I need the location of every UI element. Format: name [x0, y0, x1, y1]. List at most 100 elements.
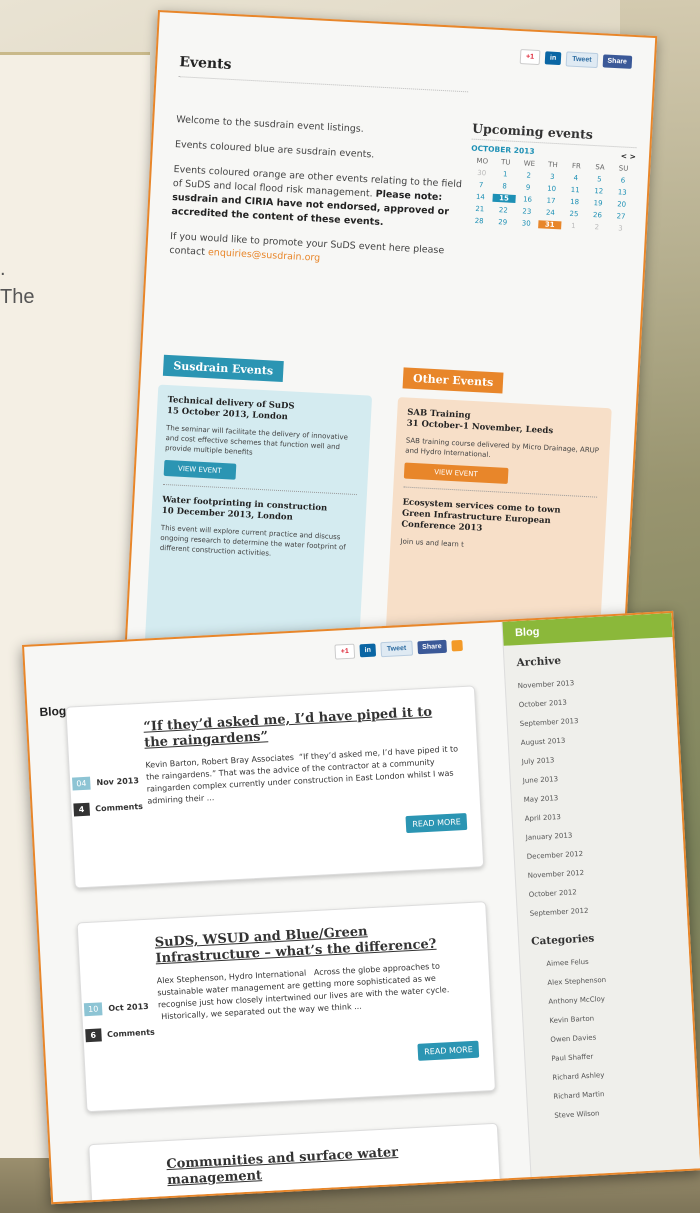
calendar-day[interactable]: 6 [611, 176, 635, 185]
calendar-nav-arrows[interactable]: < > [621, 151, 637, 161]
rss-icon[interactable] [451, 639, 463, 652]
event-title[interactable]: SAB Training 31 October-1 November, Leed… [406, 408, 601, 440]
post-excerpt: Kevin Barton, Robert Bray Associates “If… [145, 744, 459, 806]
event-item: Technical delivery of SuDS 15 October 20… [163, 395, 362, 496]
calendar-day[interactable]: 21 [468, 205, 492, 214]
sidebar-header: Blog [502, 612, 673, 646]
event-item: SAB Training 31 October-1 November, Leed… [403, 407, 602, 498]
tweet-button[interactable]: Tweet [565, 51, 598, 69]
calendar-day[interactable]: 20 [610, 200, 634, 209]
calendar-month: OCTOBER 2013 [470, 143, 535, 156]
event-description: SAB training course delivered by Micro D… [405, 436, 600, 460]
gplus-button[interactable]: +1 [519, 49, 541, 66]
calendar-day[interactable]: 29 [491, 218, 515, 227]
facebook-share-button[interactable]: Share [602, 54, 633, 69]
calendar-day[interactable]: 12 [587, 187, 611, 196]
calendar-grid: MO TU WE TH FR SA SU 30 1 2 3 4 5 6 7 8 9 10 11 12 13 14 15 16 1… [467, 157, 635, 234]
view-event-button[interactable]: VIEW EVENT [403, 462, 509, 484]
calendar-day[interactable]: 11 [563, 185, 587, 194]
calendar-day[interactable]: 22 [491, 206, 515, 215]
post-title-link[interactable]: SuDS, WSUD and Blue/Green Infrastructure… [154, 919, 471, 967]
blog-main-column: +1 in Tweet Share Blog “If they’d asked … [24, 622, 520, 1205]
event-title[interactable]: Technical delivery of SuDS 15 October 20… [167, 395, 362, 427]
calendar-day[interactable]: 18 [563, 197, 587, 206]
calendar-day[interactable]: 17 [539, 196, 563, 205]
event-description: Join us and learn t [400, 537, 465, 549]
comment-count: 6 [85, 1028, 102, 1043]
calendar-day[interactable]: 14 [468, 193, 492, 202]
post-date: 04 Nov 2013 [72, 774, 140, 791]
post-day: 10 [83, 1002, 103, 1017]
calendar-day[interactable]: 23 [515, 207, 539, 216]
facebook-share-button[interactable]: Share [416, 639, 447, 655]
calendar-day[interactable]: 15 [491, 193, 516, 203]
calendar-day[interactable]: 2 [585, 223, 609, 232]
event-description: This event will explore current practice… [159, 523, 346, 558]
event-description: The seminar will facilitate the delivery… [164, 424, 349, 457]
event-item: Water footprinting in construction 10 De… [159, 495, 356, 571]
background-text-fragment: . [0, 258, 6, 280]
calendar-day[interactable]: 7 [469, 181, 493, 190]
post-month: Nov 2013 [96, 776, 140, 788]
calendar-day-header: TH [547, 160, 558, 170]
events-intro: Welcome to the susdrain event listings. … [168, 113, 466, 284]
comments-label: Comments [106, 1027, 156, 1040]
susdrain-events-list: Technical delivery of SuDS 15 October 20… [144, 384, 373, 656]
intro-paragraph: Events coloured blue are susdrain events… [174, 139, 375, 161]
event-item: Ecosystem services come to town Green In… [400, 497, 597, 564]
calendar-day[interactable]: 16 [516, 195, 540, 204]
events-page-card: +1 in Tweet Share Events Welcome to the … [124, 10, 658, 676]
calendar-day-header: MO [476, 156, 489, 166]
event-title[interactable]: Ecosystem services come to town Green In… [401, 497, 596, 540]
calendar-day[interactable]: 2 [517, 171, 541, 180]
view-event-button[interactable]: VIEW EVENT [163, 459, 236, 480]
calendar-day[interactable]: 25 [562, 209, 586, 218]
post-title-link[interactable]: “If they’d asked me, I’d have piped it t… [143, 703, 460, 751]
calendar-day[interactable]: 26 [586, 211, 610, 220]
calendar-day[interactable]: 1 [493, 170, 517, 179]
categories-section: Categories Aimee Felus Alex Stephenson Ant… [519, 928, 698, 1128]
calendar-day[interactable]: 3 [540, 172, 564, 181]
calendar-day[interactable]: 13 [610, 188, 634, 197]
blog-sidebar: Blog Archive November 2013 October 2013 Se… [501, 612, 700, 1178]
blog-post: “If they’d asked me, I’d have piped it t… [65, 685, 485, 889]
read-more-button[interactable]: READ MORE [417, 1040, 480, 1061]
intro-paragraph: Events coloured orange are other events … [171, 163, 464, 234]
contact-email-link[interactable]: enquiries@susdrain.org [208, 247, 321, 264]
blog-post: SuDS, WSUD and Blue/Green Infrastructure… [76, 901, 496, 1113]
post-comments[interactable]: 6 Comments [85, 1026, 155, 1043]
calendar-day-header: TU [500, 158, 511, 167]
calendar-day[interactable]: 10 [540, 184, 564, 193]
calendar-day[interactable]: 27 [609, 212, 633, 221]
categories-heading: Categories [530, 932, 595, 948]
calendar-day[interactable]: 30 [470, 169, 494, 178]
calendar-day[interactable]: 24 [538, 208, 562, 217]
susdrain-events-heading: Susdrain Events [162, 354, 284, 383]
categories-list: Aimee Felus Alex Stephenson Anthony McCloy… [532, 948, 686, 1126]
linkedin-button[interactable]: in [359, 643, 377, 658]
gplus-button[interactable]: +1 [334, 643, 356, 660]
calendar-day[interactable]: 9 [516, 183, 540, 192]
calendar-day[interactable]: 19 [586, 199, 610, 208]
tweet-button[interactable]: Tweet [380, 640, 413, 658]
event-title[interactable]: Water footprinting in construction 10 De… [161, 495, 356, 527]
calendar-day[interactable]: 5 [587, 175, 611, 184]
blog-page-card: +1 in Tweet Share Blog “If they’d asked … [22, 610, 700, 1205]
calendar-day-header: SU [618, 164, 629, 173]
calendar-day[interactable]: 31 [537, 220, 562, 230]
read-more-button[interactable]: READ MORE [405, 812, 468, 834]
calendar-day[interactable]: 3 [608, 224, 632, 233]
calendar-day-header: FR [571, 161, 582, 171]
post-excerpt: Alex Stephenson, Hydro International Acr… [156, 961, 450, 1022]
post-comments[interactable]: 4 Comments [73, 800, 143, 817]
calendar-day[interactable]: 1 [561, 221, 585, 230]
calendar-day[interactable]: 28 [467, 216, 491, 225]
archive-list: November 2013 October 2013 September 2013 A… [517, 670, 675, 924]
linkedin-button[interactable]: in [544, 51, 562, 66]
calendar-day-header: WE [523, 159, 536, 168]
calendar-day[interactable]: 8 [493, 182, 517, 191]
calendar-day[interactable]: 4 [564, 173, 588, 182]
post-title-link[interactable]: Communities and surface water management [166, 1141, 483, 1189]
calendar-day[interactable]: 30 [514, 219, 538, 228]
comments-label: Comments [95, 801, 144, 814]
